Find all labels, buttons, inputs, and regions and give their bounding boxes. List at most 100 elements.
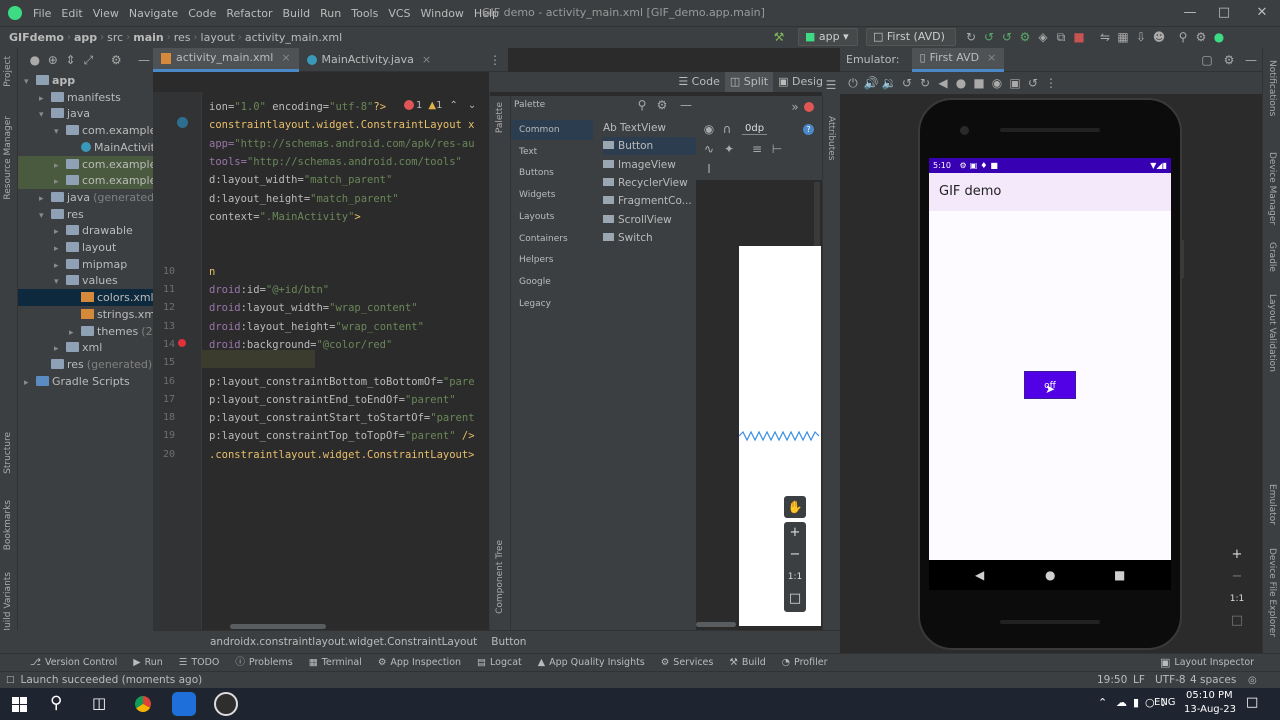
help-icon[interactable]: ? bbox=[803, 124, 814, 135]
tree-item[interactable]: MainActivity bbox=[18, 139, 153, 156]
cursor-position[interactable]: 19:50 bbox=[1097, 674, 1127, 686]
back-icon[interactable]: ◀ bbox=[975, 568, 984, 582]
file-encoding[interactable]: UTF-8 bbox=[1155, 674, 1186, 686]
status-toggle-icon[interactable]: □ bbox=[6, 675, 15, 685]
close-tab-icon[interactable]: × bbox=[987, 46, 996, 70]
tree-item[interactable]: ▸ themes(2) bbox=[18, 323, 153, 340]
hammer-icon[interactable]: ⚒ bbox=[770, 28, 788, 46]
code-line[interactable]: context=".MainActivity"> bbox=[209, 208, 361, 226]
tab-activity-main-xml[interactable]: activity_main.xml × bbox=[153, 46, 299, 72]
component-tree-tool-tab[interactable]: Component Tree bbox=[495, 540, 505, 614]
palette-category[interactable]: Layouts bbox=[519, 207, 554, 227]
clock-date[interactable]: 13-Aug-23 bbox=[1184, 704, 1236, 715]
palette-category[interactable]: Google bbox=[519, 272, 551, 292]
inspection-widget[interactable]: 1 ▲ 1 ⌃ ⌄ bbox=[404, 98, 476, 112]
menu-item-refactor[interactable]: Refactor bbox=[221, 7, 277, 20]
rerun-icon[interactable]: ↻ bbox=[962, 28, 980, 46]
notifications-tool-tab[interactable]: Notifications bbox=[1267, 60, 1277, 116]
chevron-down-icon[interactable]: ▾ bbox=[54, 124, 66, 139]
color-swatch-icon[interactable] bbox=[178, 339, 186, 347]
breadcrumb-item[interactable]: activity_main.xml bbox=[242, 31, 345, 44]
tool-window-tab[interactable]: ⓘ Problems bbox=[227, 654, 300, 672]
tree-item[interactable]: ▸ drawable bbox=[18, 222, 153, 239]
tree-item[interactable]: ▾ com.example.g bbox=[18, 122, 153, 139]
palette-item[interactable]: ScrollView bbox=[603, 211, 697, 229]
breadcrumb-item[interactable]: res bbox=[171, 31, 194, 44]
expand-all-icon[interactable]: ⇕ bbox=[62, 51, 80, 69]
code-line[interactable]: app="http://schemas.android.com/apk/res-… bbox=[209, 135, 475, 153]
breadcrumb-item[interactable]: layout bbox=[198, 31, 238, 44]
tree-item[interactable]: colors.xml bbox=[18, 289, 153, 307]
design-hscrollbar[interactable] bbox=[696, 622, 736, 627]
zoom-actual-button[interactable]: 1:1 bbox=[784, 566, 806, 588]
code-line[interactable]: .constraintlayout.widget.ConstraintLayou… bbox=[209, 446, 475, 464]
windows-start-icon[interactable] bbox=[12, 697, 27, 712]
breadcrumb-button[interactable]: Button bbox=[491, 636, 526, 648]
hide-panel-icon[interactable]: — bbox=[135, 51, 153, 69]
minimize-button[interactable]: — bbox=[1172, 0, 1208, 26]
eye-icon[interactable]: ◉ bbox=[700, 120, 718, 138]
home-icon[interactable]: ● bbox=[1045, 568, 1055, 582]
menu-item-tools[interactable]: Tools bbox=[346, 7, 383, 20]
project-view-icon[interactable]: ● bbox=[26, 51, 44, 69]
code-line[interactable]: p:layout_constraintEnd_toEndOf="parent" bbox=[209, 391, 456, 409]
device-manager-tool-tab[interactable]: Device Manager bbox=[1267, 152, 1277, 225]
code-line[interactable]: p:layout_constraintBottom_toBottomOf="pa… bbox=[209, 373, 475, 391]
emulator-device-tab[interactable]: ▯ First AVD × bbox=[911, 46, 1005, 72]
code-line[interactable]: d:layout_width="match_parent" bbox=[209, 171, 392, 189]
zoom-fit-button[interactable]: □ bbox=[1226, 610, 1248, 632]
language-indicator[interactable]: ENG bbox=[1154, 697, 1176, 708]
tool-window-tab[interactable]: ⚙ App Inspection bbox=[370, 654, 469, 672]
bookmarks-tool-tab[interactable]: Bookmarks bbox=[3, 500, 13, 550]
code-line[interactable]: droid:layout_width="wrap_content" bbox=[209, 299, 418, 317]
layout-gutter-icon[interactable] bbox=[177, 117, 188, 128]
line-separator[interactable]: LF bbox=[1133, 674, 1145, 686]
hide-panel-icon[interactable]: — bbox=[1242, 51, 1260, 69]
clear-constraints-icon[interactable]: ∿ bbox=[700, 140, 718, 158]
tool-window-tab[interactable]: ⎇ Version Control bbox=[22, 654, 125, 672]
align-icon[interactable]: ⊢ bbox=[768, 140, 786, 158]
gradle-tool-tab[interactable]: Gradle bbox=[1267, 242, 1277, 272]
menu-item-build[interactable]: Build bbox=[278, 7, 316, 20]
code-line[interactable]: n bbox=[209, 263, 215, 281]
resource-manager-tool-tab[interactable]: Resource Manager bbox=[3, 116, 13, 200]
palette-tool-tab[interactable]: Palette bbox=[495, 102, 505, 133]
search-icon[interactable]: ⚲ bbox=[633, 96, 651, 114]
zoom-in-button[interactable]: + bbox=[784, 522, 806, 544]
layout-inspector-tab[interactable]: ▣ Layout Inspector bbox=[1160, 653, 1254, 671]
palette-item[interactable]: FragmentCo... bbox=[603, 192, 697, 210]
rotate-left-icon[interactable]: ↺ bbox=[898, 74, 916, 92]
palette-item[interactable]: Ab TextView bbox=[603, 119, 697, 137]
tree-item[interactable]: strings.xml bbox=[18, 306, 153, 323]
chevron-down-icon[interactable]: ▾ bbox=[39, 208, 51, 223]
layout-preview[interactable] bbox=[739, 246, 821, 626]
code-line[interactable]: droid:layout_height="wrap_content" bbox=[209, 318, 424, 336]
menu-item-window[interactable]: Window bbox=[416, 7, 469, 20]
home-icon[interactable]: ● bbox=[952, 74, 970, 92]
window-layout-icon[interactable]: ▢ bbox=[1198, 51, 1216, 69]
zoom-fit-button[interactable]: □ bbox=[784, 588, 806, 610]
sync-gradle-icon[interactable]: ⇋ bbox=[1096, 28, 1114, 46]
menu-item-run[interactable]: Run bbox=[315, 7, 346, 20]
notification-center-icon[interactable]: □ bbox=[1246, 695, 1258, 710]
overview-icon[interactable]: ■ bbox=[970, 74, 988, 92]
chevron-right-icon[interactable]: ▸ bbox=[54, 158, 66, 173]
chevron-right-icon[interactable]: ▸ bbox=[39, 191, 51, 206]
magnet-off-icon[interactable]: ∩ bbox=[718, 120, 736, 138]
account-icon[interactable]: ☻ bbox=[1150, 28, 1168, 46]
palette-category[interactable]: Widgets bbox=[519, 185, 555, 205]
locate-file-icon[interactable]: ⊕ bbox=[44, 51, 62, 69]
code-line[interactable]: constraintlayout.widget.ConstraintLayout… bbox=[209, 116, 475, 134]
chevron-down-icon[interactable]: ▾ bbox=[24, 74, 36, 89]
palette-category[interactable]: Legacy bbox=[519, 294, 551, 314]
tree-item[interactable]: ▸ mipmap bbox=[18, 256, 153, 273]
palette-item[interactable]: Switch bbox=[603, 229, 697, 247]
tool-window-tab[interactable]: ▦ Terminal bbox=[301, 654, 370, 672]
layout-validation-tool-tab[interactable]: Layout Validation bbox=[1267, 294, 1277, 372]
tab-mainactivity-java[interactable]: MainActivity.java × bbox=[299, 48, 440, 72]
code-line[interactable]: p:layout_constraintTop_toTopOf="parent" … bbox=[209, 427, 475, 445]
structure-tool-tab[interactable]: Structure bbox=[3, 432, 13, 474]
close-tab-icon[interactable]: × bbox=[281, 46, 290, 70]
menu-item-view[interactable]: View bbox=[88, 7, 124, 20]
snapshot-icon[interactable]: ↺ bbox=[1024, 74, 1042, 92]
